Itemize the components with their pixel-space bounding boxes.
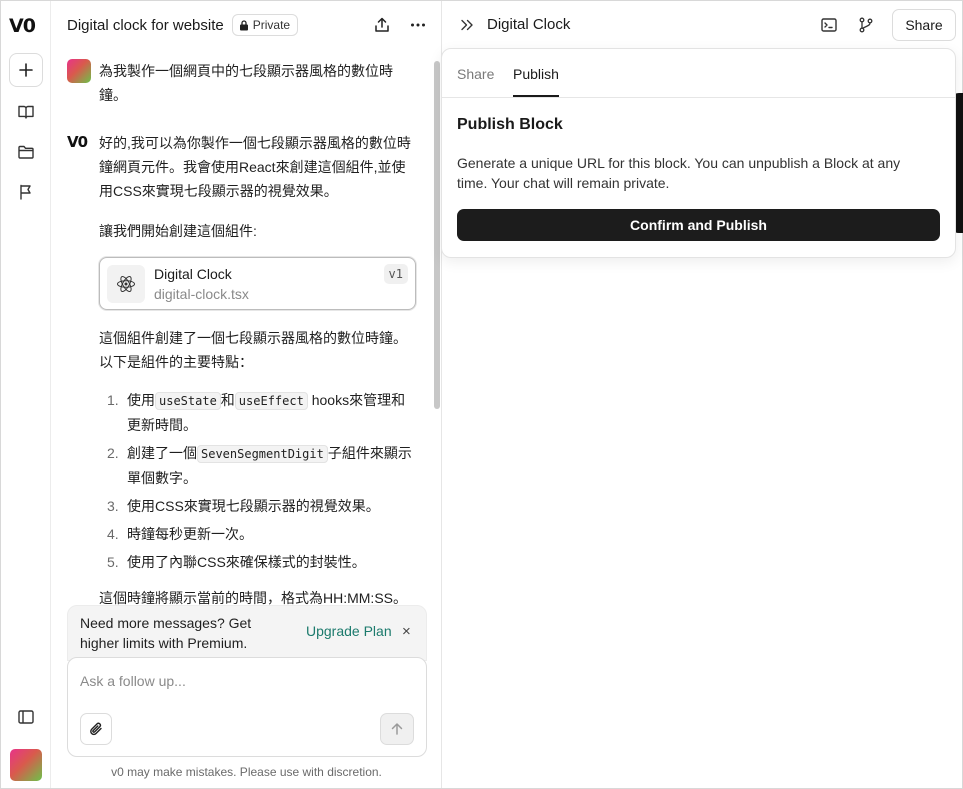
share-button[interactable]: Share	[892, 9, 956, 41]
popover-description: Generate a unique URL for this block. Yo…	[457, 155, 901, 191]
tab-publish[interactable]: Publish	[513, 66, 559, 97]
assistant-closing: 這個時鐘將顯示當前的時間，格式為HH:MM:SS。	[99, 590, 407, 605]
chat-header: Digital clock for website Private	[52, 1, 441, 49]
inline-code: SevenSegmentDigit	[197, 445, 328, 463]
list-item: 3. 使用CSS來實現七段顯示器的視覺效果。	[99, 494, 415, 518]
send-button[interactable]	[380, 713, 414, 745]
flag-icon	[17, 183, 35, 201]
list-text: 創建了一個	[127, 445, 197, 461]
list-item: 4. 時鐘每秒更新一次。	[99, 522, 415, 546]
more-options-button[interactable]	[406, 13, 430, 37]
terminal-icon	[820, 16, 838, 34]
upgrade-text: Need more messages? Get higher limits wi…	[80, 615, 252, 651]
collapse-panel-button[interactable]	[456, 14, 478, 36]
terminal-button[interactable]	[817, 13, 841, 37]
visibility-label: Private	[252, 18, 291, 32]
list-item: 1. 使用 useState 和 useEffect hooks來管理和更新時間。	[99, 388, 415, 437]
projects-button[interactable]	[14, 140, 38, 164]
upload-icon	[373, 16, 391, 34]
list-text: 使用	[127, 392, 155, 408]
folder-icon	[17, 143, 35, 161]
chat-title[interactable]: Digital clock for website	[67, 17, 224, 34]
arrow-up-icon	[390, 722, 404, 736]
user-avatar[interactable]	[10, 749, 42, 781]
version-badge: v1	[383, 264, 408, 284]
chat-messages[interactable]: 為我製作一個網頁中的七段顯示器風格的數位時鐘。 V0 好的,我可以為你製作一個七…	[52, 49, 441, 605]
tab-share[interactable]: Share	[457, 66, 494, 97]
code-block-title: Digital Clock	[154, 266, 232, 282]
close-icon[interactable]: ×	[402, 623, 411, 640]
book-icon	[17, 103, 35, 121]
feedback-button[interactable]	[14, 180, 38, 204]
upgrade-plan-link[interactable]: Upgrade Plan	[306, 623, 392, 639]
list-text: 時鐘每秒更新一次。	[127, 526, 253, 542]
list-item: 2. 創建了一個 SevenSegmentDigit 子組件來顯示單個數字。	[99, 441, 415, 490]
paperclip-icon	[88, 721, 104, 737]
new-chat-button[interactable]	[9, 53, 43, 87]
left-rail: V0	[1, 1, 51, 788]
assistant-intro: 好的,我可以為你製作一個七段顯示器風格的數位時鐘網頁元件。我會使用React來創…	[99, 135, 411, 199]
react-icon-box	[107, 265, 145, 303]
list-text: 使用了內聯CSS來確保樣式的封裝性。	[127, 554, 366, 570]
attach-button[interactable]	[80, 713, 112, 745]
chat-scrollbar[interactable]	[432, 57, 440, 602]
ellipsis-icon	[409, 16, 427, 34]
list-number: 2.	[107, 445, 119, 461]
list-number: 3.	[107, 498, 119, 514]
lock-icon	[239, 19, 249, 31]
assistant-lead: 讓我們開始創建這個組件:	[99, 223, 257, 239]
block-title: Digital Clock	[487, 16, 571, 33]
visibility-badge[interactable]: Private	[231, 14, 299, 36]
user-message: 為我製作一個網頁中的七段顯示器風格的數位時鐘。	[67, 59, 393, 107]
assistant-logo: V0	[67, 133, 88, 151]
list-item: 5. 使用了內聯CSS來確保樣式的封裝性。	[99, 550, 415, 574]
assistant-summary: 這個組件創建了一個七段顯示器風格的數位時鐘。以下是組件的主要特點：	[99, 330, 407, 370]
preview-header: Digital Clock Share	[442, 1, 963, 49]
share-chat-button[interactable]	[370, 13, 394, 37]
share-popover: Share Publish Publish Block Generate a u…	[441, 48, 956, 258]
library-button[interactable]	[14, 100, 38, 124]
upgrade-banner: Need more messages? Get higher limits wi…	[67, 605, 427, 661]
react-icon	[116, 274, 136, 294]
follow-up-input[interactable]	[80, 670, 410, 692]
plus-icon	[18, 62, 34, 78]
code-block-filename: digital-clock.tsx	[154, 286, 249, 302]
toggle-sidebar-button[interactable]	[14, 705, 38, 729]
sidebar-icon	[17, 708, 35, 726]
chat-scrollbar-thumb[interactable]	[434, 61, 440, 409]
confirm-publish-button[interactable]: Confirm and Publish	[457, 209, 940, 241]
popover-title: Publish Block	[457, 116, 563, 133]
list-number: 5.	[107, 554, 119, 570]
fork-button[interactable]	[854, 13, 878, 37]
feature-list: 1. 使用 useState 和 useEffect hooks來管理和更新時間。 2…	[99, 388, 415, 574]
disclaimer-text: v0 may make mistakes. Please use with di…	[111, 765, 382, 779]
inline-code: useEffect	[234, 392, 308, 410]
message-composer	[67, 657, 427, 757]
user-message-avatar	[67, 59, 91, 83]
list-number: 1.	[107, 392, 119, 408]
list-text: 和	[220, 392, 235, 408]
assistant-message: V0 好的,我可以為你製作一個七段顯示器風格的數位時鐘網頁元件。我會使用Reac…	[67, 131, 416, 605]
list-number: 4.	[107, 526, 119, 542]
git-branch-icon	[857, 16, 875, 34]
list-text: 使用CSS來實現七段顯示器的視覺效果。	[127, 498, 380, 514]
v0-logo[interactable]: V0	[9, 15, 43, 37]
chevrons-right-icon	[459, 17, 475, 33]
inline-code: useState	[155, 392, 221, 410]
popover-tabs: Share Publish	[442, 49, 955, 98]
user-message-text: 為我製作一個網頁中的七段顯示器風格的數位時鐘。	[99, 63, 393, 103]
code-block-card[interactable]: Digital Clock digital-clock.tsx v1	[99, 257, 416, 310]
